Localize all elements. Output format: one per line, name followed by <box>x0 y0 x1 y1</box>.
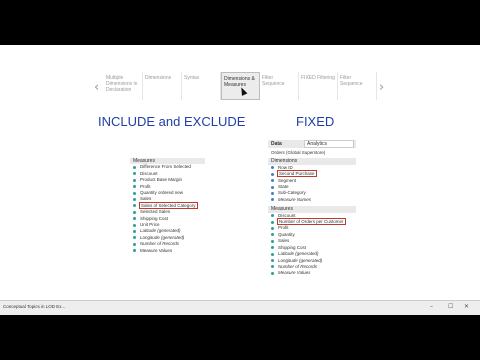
measure-item-label: Sales <box>278 238 290 244</box>
measure-item-label: Number of Records <box>140 241 180 247</box>
taskbar-title[interactable]: Conceptual Topics in LOD Ex... <box>3 304 65 309</box>
left-data-pane: Measures Difference From Selected Discoun… <box>130 158 205 254</box>
field-type-icon <box>271 191 274 195</box>
tab-multiple-dimensions[interactable]: Multiple Dimensions in Declaration <box>104 72 143 100</box>
data-source-item[interactable]: Orders (Global Superstore) <box>268 150 356 156</box>
prev-arrow-icon[interactable]: ‹ <box>94 80 99 95</box>
dimension-item-label: Segment <box>278 177 297 183</box>
field-type-icon <box>133 229 136 233</box>
left-heading: INCLUDE and EXCLUDE <box>98 114 246 129</box>
field-type-icon <box>271 233 274 237</box>
field-type-icon <box>271 252 274 256</box>
measure-item-label: Discount <box>140 170 158 176</box>
dimension-item-label: State <box>278 184 289 190</box>
measure-item-label: Shipping Cost <box>140 215 169 221</box>
story-nav: Multiple Dimensions in Declaration Dimen… <box>104 72 377 100</box>
close-icon[interactable]: ✕ <box>464 303 469 310</box>
measure-item-label: Longitude (generated) <box>140 234 185 240</box>
field-type-icon <box>271 239 274 243</box>
tab-filter-sequence-2[interactable]: Filter Sequence <box>338 72 377 100</box>
field-type-icon <box>133 178 136 182</box>
tab-syntax[interactable]: Syntax <box>182 72 221 100</box>
field-type-icon <box>133 185 136 189</box>
measure-item-label: Quantity <box>278 231 295 237</box>
measure-item-label: Sales of Selected Category <box>138 201 199 210</box>
field-type-icon <box>271 259 274 262</box>
field-type-icon <box>133 204 136 208</box>
measure-item[interactable]: Measure Values <box>268 270 356 276</box>
field-type-icon <box>271 179 274 183</box>
measure-item-label: Difference From Selected <box>140 164 191 170</box>
tab-dimensions-measures[interactable]: Dimensions & Measures <box>221 72 260 100</box>
field-type-icon <box>133 242 136 246</box>
field-type-icon <box>133 165 136 169</box>
tab-analytics[interactable]: Analytics <box>304 140 354 148</box>
dimension-item-label: Measure Names <box>278 196 312 202</box>
measure-item-label: Discount <box>278 212 296 218</box>
field-type-icon <box>133 236 136 240</box>
measure-item-label: Measure Values <box>278 270 311 276</box>
measure-item-label: Profit <box>278 225 289 231</box>
taskbar: Conceptual Topics in LOD Ex... – ☐ ✕ <box>0 300 480 315</box>
tab-fixed-filtering[interactable]: FIXED Filtering <box>299 72 338 100</box>
measure-item-label: Sales <box>140 196 152 202</box>
tab-filter-sequence[interactable]: Filter Sequence <box>260 72 299 100</box>
measure-item-label: Latitude (generated) <box>140 228 181 234</box>
maximize-icon[interactable]: ☐ <box>448 303 453 310</box>
field-type-icon <box>133 210 136 214</box>
measure-item-label: Profit <box>140 183 151 189</box>
field-type-icon <box>133 223 136 227</box>
dimension-item-label: Second Purchase <box>276 169 318 178</box>
tab-data[interactable]: Data <box>271 141 282 147</box>
measure-item-label: Shipping Cost <box>278 244 307 250</box>
field-type-icon <box>271 271 274 275</box>
measure-item-label: Measure Values <box>140 247 173 253</box>
field-type-icon <box>133 217 136 221</box>
field-type-icon <box>271 265 274 269</box>
measure-item-label: Longitude (generated) <box>278 257 323 263</box>
right-heading: FIXED <box>296 114 335 129</box>
measure-item-label: Latitude (generated) <box>278 251 319 257</box>
field-type-icon <box>271 214 274 218</box>
field-type-icon <box>133 197 136 201</box>
field-type-icon <box>271 185 274 189</box>
measure-item-label: Quantity ordered new <box>140 190 184 196</box>
measure-item-label: Selected Sales <box>140 209 171 215</box>
field-type-icon <box>133 191 136 195</box>
dimension-item-label: Row ID <box>278 164 293 170</box>
field-type-icon <box>133 249 136 253</box>
field-type-icon <box>271 226 274 230</box>
data-source-label: Orders (Global Superstore) <box>271 150 326 155</box>
minimize-icon[interactable]: – <box>430 303 433 310</box>
field-type-icon <box>133 172 136 176</box>
measure-item-label: Number of Orders per Customer <box>276 217 347 226</box>
field-type-icon <box>271 198 274 202</box>
measure-item-label: Number of Records <box>278 263 318 269</box>
next-arrow-icon[interactable]: › <box>379 80 384 95</box>
field-type-icon <box>271 246 274 250</box>
field-type-icon <box>271 220 274 224</box>
measure-item-label: Unit Price <box>140 222 160 228</box>
measure-item-label: Product Base Margin <box>140 177 183 183</box>
field-type-icon <box>271 166 274 170</box>
field-type-icon <box>271 172 274 176</box>
right-data-pane: Orders (Global Superstore) Dimensions Ro… <box>268 150 356 277</box>
data-pane-header: Data Analytics <box>268 140 356 148</box>
dimension-item[interactable]: Measure Names <box>268 197 356 203</box>
dimension-item-label: Sub-Category <box>278 190 306 196</box>
tab-dimensions[interactable]: Dimensions <box>143 72 182 100</box>
measure-item[interactable]: Measure Values <box>130 248 205 254</box>
